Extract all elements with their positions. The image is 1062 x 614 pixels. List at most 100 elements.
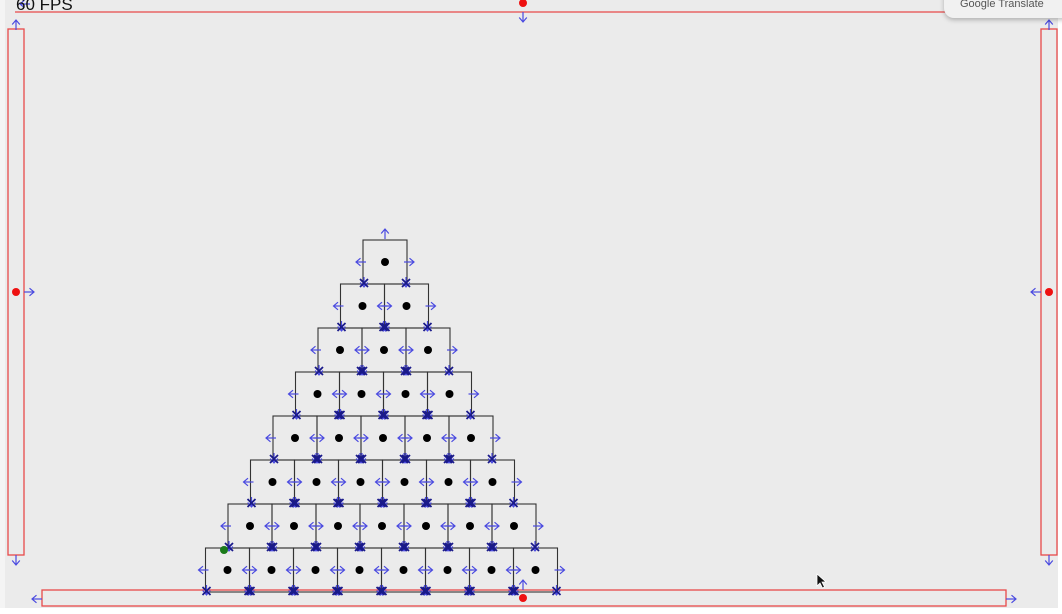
body-center-dot-icon — [487, 566, 496, 574]
normal-arrow-icon — [518, 579, 528, 591]
body-center-dot-icon — [312, 478, 321, 486]
physics-canvas[interactable] — [0, 0, 1062, 614]
normal-arrow-icon — [462, 477, 475, 487]
body-center-dot-icon — [399, 566, 408, 574]
body-center-dot-icon — [400, 478, 409, 486]
body-center-dot-icon — [401, 390, 410, 398]
normal-arrow-icon — [310, 345, 322, 355]
body-centers-layer — [12, 0, 1053, 602]
normal-arrow-icon — [241, 565, 254, 575]
normal-arrow-icon — [424, 301, 437, 311]
body-center-dot-icon — [336, 346, 344, 354]
normal-arrow-icon — [1005, 594, 1017, 604]
body-center-dot-icon — [379, 434, 387, 442]
normal-arrow-icon — [380, 228, 390, 240]
normal-arrow-icon — [329, 565, 342, 575]
normal-arrow-icon — [489, 433, 501, 443]
normal-arrow-icon — [1030, 287, 1042, 297]
normal-arrow-icon — [264, 521, 276, 531]
normal-arrow-icon — [396, 521, 408, 531]
normal-arrow-icon — [440, 521, 452, 531]
normal-arrow-icon — [220, 521, 232, 531]
normal-arrow-icon — [353, 433, 365, 443]
normal-arrow-icon — [397, 433, 409, 443]
normal-arrow-icon — [419, 389, 432, 399]
normal-arrow-icon — [355, 257, 367, 267]
body-center-dot-icon — [531, 566, 540, 574]
body-center-dot-icon — [466, 522, 474, 530]
normal-arrow-icon — [467, 389, 480, 399]
normal-arrow-icon — [285, 565, 298, 575]
normal-arrow-icon — [510, 477, 523, 487]
body-center-dot-icon — [402, 302, 411, 310]
walls-layer — [7, 11, 1058, 607]
body-center-dot-icon — [422, 522, 430, 530]
normal-arrow-icon — [1044, 554, 1054, 566]
body-center-dot-icon — [378, 522, 386, 530]
body-center-dot-icon — [443, 566, 452, 574]
normal-arrow-icon — [418, 477, 431, 487]
body-center-dot-icon — [488, 478, 497, 486]
normal-arrow-icon — [286, 477, 299, 487]
body-center-dot-icon — [246, 522, 254, 530]
body-center-dot-icon — [445, 390, 454, 398]
normal-arrow-icon — [375, 389, 388, 399]
body-center-dot-icon — [313, 390, 322, 398]
normal-arrow-icon — [330, 477, 343, 487]
normal-arrows-layer — [11, 0, 1054, 604]
anchor-dot-icon — [12, 288, 20, 296]
normal-arrow-icon — [23, 287, 35, 297]
normal-arrow-icon — [332, 301, 345, 311]
normal-arrow-icon — [446, 345, 458, 355]
body-center-dot-icon — [290, 522, 298, 530]
translate-popup[interactable]: Google Translate — [944, 0, 1062, 18]
body-center-dot-icon — [268, 478, 277, 486]
normal-arrow-icon — [441, 433, 453, 443]
anchor-dot-icon — [519, 594, 527, 602]
body-center-dot-icon — [267, 566, 276, 574]
normal-arrow-icon — [308, 521, 320, 531]
body-center-dot-icon — [467, 434, 475, 442]
normal-arrow-icon — [417, 565, 430, 575]
normal-arrow-icon — [398, 345, 410, 355]
normal-arrow-icon — [352, 521, 364, 531]
anchor-dot-icon — [1045, 288, 1053, 296]
body-center-dot-icon — [334, 522, 342, 530]
normal-arrow-icon — [197, 565, 210, 575]
normal-arrow-icon — [376, 301, 389, 311]
normal-arrow-icon — [403, 257, 415, 267]
normal-arrow-icon — [31, 594, 43, 604]
body-center-dot-icon — [291, 434, 299, 442]
body-center-dot-icon — [357, 390, 366, 398]
body-center-dot-icon — [381, 258, 389, 266]
normal-arrow-icon — [505, 565, 518, 575]
normal-arrow-icon — [242, 477, 255, 487]
body-center-dot-icon — [355, 566, 364, 574]
body-center-dot-icon — [444, 478, 453, 486]
normal-arrow-icon — [309, 433, 321, 443]
body-center-dot-icon — [311, 566, 320, 574]
normal-arrow-icon — [287, 389, 300, 399]
fps-counter: 60 FPS — [16, 0, 73, 14]
normal-arrow-icon — [374, 477, 387, 487]
normal-arrow-icon — [354, 345, 366, 355]
translate-popup-label: Google Translate — [960, 0, 1044, 10]
viewport-right-edge — [1058, 0, 1062, 614]
normal-arrow-icon — [11, 554, 21, 566]
viewport-left-edge — [0, 0, 5, 614]
highlighted-point — [220, 546, 228, 554]
normal-arrow-icon — [373, 565, 386, 575]
body-center-dot-icon — [223, 566, 232, 574]
normal-arrow-icon — [518, 11, 528, 23]
body-center-dot-icon — [380, 346, 388, 354]
normal-arrow-icon — [265, 433, 277, 443]
normal-arrow-icon — [484, 521, 496, 531]
body-center-dot-icon — [335, 434, 343, 442]
body-center-dot-icon — [424, 346, 432, 354]
anchor-dot-icon — [519, 0, 527, 7]
mouse-pointer-icon — [816, 573, 828, 589]
body-center-dot-icon — [510, 522, 518, 530]
normal-arrow-icon — [532, 521, 544, 531]
viewport-bottom-edge — [0, 608, 1062, 614]
normal-arrow-icon — [331, 389, 344, 399]
